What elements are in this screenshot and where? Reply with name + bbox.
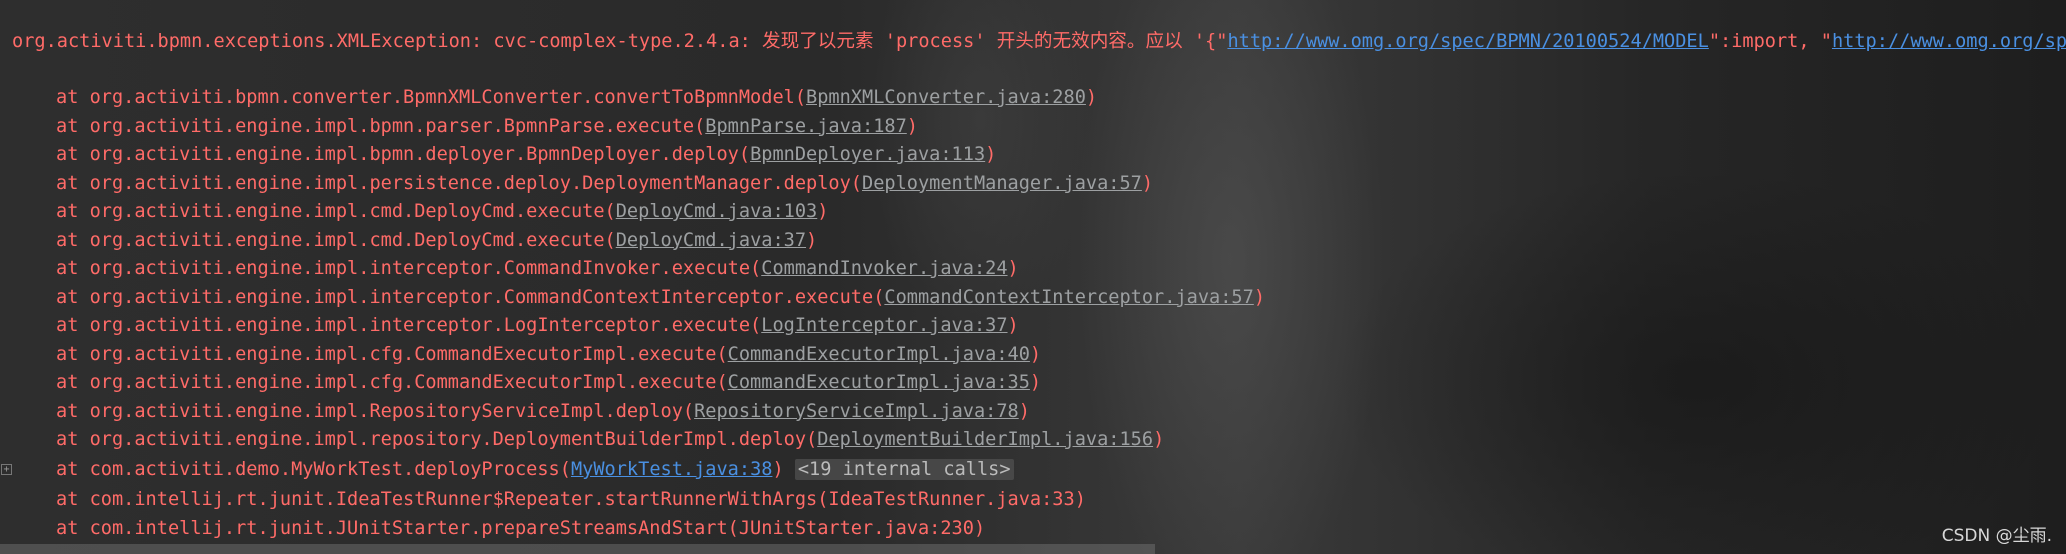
frame-method: at com.activiti.demo.MyWorkTest.deployPr… <box>56 459 571 480</box>
source-link[interactable]: MyWorkTest.java:38 <box>571 459 773 480</box>
exception-message: org.activiti.bpmn.exceptions.XMLExceptio… <box>12 31 1228 52</box>
frame-method: at org.activiti.engine.impl.cmd.DeployCm… <box>56 229 616 251</box>
frame-method: at org.activiti.engine.impl.bpmn.deploye… <box>56 144 751 165</box>
stack-frame: at org.activiti.engine.impl.bpmn.deploye… <box>56 141 996 169</box>
frame-close: ) <box>1018 400 1030 422</box>
frame-method: at org.activiti.engine.impl.RepositorySe… <box>56 400 695 422</box>
source-link[interactable]: CommandExecutorImpl.java:35 <box>728 372 1030 393</box>
frame-close: ) <box>1253 286 1266 308</box>
frame-method: at org.activiti.engine.impl.interceptor.… <box>56 258 762 279</box>
stack-frame: at org.activiti.engine.impl.interceptor.… <box>56 312 1019 340</box>
frame-close: ) <box>772 459 795 480</box>
frame-close: ) <box>1153 429 1165 450</box>
source-link[interactable]: DeployCmd.java:37 <box>616 230 806 251</box>
stack-frame: at org.activiti.engine.impl.bpmn.parser.… <box>56 113 918 141</box>
user-stack-frame: at com.activiti.demo.MyWorkTest.deployPr… <box>56 456 1014 484</box>
stack-frame: at org.activiti.bpmn.converter.BpmnXMLCo… <box>56 84 1097 112</box>
frame-close: ) <box>1029 343 1042 365</box>
frame-close: ) <box>906 115 918 137</box>
frame-method: at org.activiti.engine.impl.interceptor.… <box>56 315 762 336</box>
stack-frame: at org.activiti.engine.impl.interceptor.… <box>56 284 1265 312</box>
stack-frame: at org.activiti.engine.impl.RepositorySe… <box>56 398 1030 426</box>
source-link[interactable]: DeploymentBuilderImpl.java:156 <box>817 429 1153 450</box>
frame-close: ) <box>1141 172 1154 194</box>
partial-line-highlight <box>0 544 1155 554</box>
frame-close: ) <box>817 201 829 222</box>
frame-method: at org.activiti.engine.impl.persistence.… <box>56 172 862 194</box>
source-link[interactable]: LogInterceptor.java:37 <box>761 315 1007 336</box>
stack-frame: at org.activiti.engine.impl.cmd.DeployCm… <box>56 198 828 226</box>
source-link[interactable]: DeploymentManager.java:57 <box>862 173 1142 194</box>
source-link[interactable]: BpmnXMLConverter.java:280 <box>806 87 1086 108</box>
stack-frame: at org.activiti.engine.impl.repository.D… <box>56 426 1164 454</box>
frame-method: at org.activiti.engine.impl.cfg.CommandE… <box>56 343 728 365</box>
frame-method: at org.activiti.engine.impl.repository.D… <box>56 429 818 450</box>
namespace-link-1[interactable]: http://www.omg.org/spec/BPMN/20100524/MO… <box>1227 31 1708 52</box>
stack-frame: at org.activiti.engine.impl.cmd.DeployCm… <box>56 227 817 255</box>
expand-icon[interactable]: + <box>1 464 12 475</box>
stack-frame: at com.intellij.rt.junit.IdeaTestRunner$… <box>56 489 1086 510</box>
frame-close: ) <box>1007 258 1019 279</box>
stack-frame: at org.activiti.engine.impl.cfg.CommandE… <box>56 341 1041 369</box>
source-link[interactable]: BpmnParse.java:187 <box>705 116 907 137</box>
frame-close: ) <box>806 229 818 251</box>
frame-close: ) <box>1007 315 1019 336</box>
exception-message-middle: ":import, " <box>1708 31 1832 52</box>
source-link[interactable]: CommandInvoker.java:24 <box>761 258 1007 279</box>
frame-method: at org.activiti.engine.impl.bpmn.parser.… <box>56 115 706 137</box>
frame-method: at org.activiti.bpmn.converter.BpmnXMLCo… <box>56 87 807 108</box>
exception-line: org.activiti.bpmn.exceptions.XMLExceptio… <box>12 28 2066 56</box>
stack-frame: at org.activiti.engine.impl.interceptor.… <box>56 255 1019 283</box>
internal-calls-fold[interactable]: <19 internal calls> <box>794 459 1014 480</box>
stack-frame: at org.activiti.engine.impl.persistence.… <box>56 170 1153 198</box>
frame-close: ) <box>1029 372 1042 393</box>
source-link[interactable]: CommandContextInterceptor.java:57 <box>884 287 1253 308</box>
frame-method: at org.activiti.engine.impl.cmd.DeployCm… <box>56 201 616 222</box>
frame-method: at org.activiti.engine.impl.interceptor.… <box>56 286 885 308</box>
console-output: org.activiti.bpmn.exceptions.XMLExceptio… <box>0 0 2066 554</box>
stack-frame: at com.intellij.rt.junit.JUnitStarter.pr… <box>56 517 986 539</box>
source-link[interactable]: DeployCmd.java:103 <box>616 201 818 222</box>
frame-close: ) <box>985 144 997 165</box>
source-link[interactable]: BpmnDeployer.java:113 <box>750 144 985 165</box>
watermark: CSDN @尘雨. <box>1941 526 2052 546</box>
source-link[interactable]: RepositoryServiceImpl.java:78 <box>694 401 1019 422</box>
frame-close: ) <box>1085 87 1098 108</box>
source-link[interactable]: CommandExecutorImpl.java:40 <box>728 344 1030 365</box>
stack-frame: at org.activiti.engine.impl.cfg.CommandE… <box>56 369 1041 397</box>
frame-method: at org.activiti.engine.impl.cfg.CommandE… <box>56 372 728 393</box>
namespace-link-2[interactable]: http://www.omg.org/spec/BPMN/20100524/MO… <box>1832 31 2066 52</box>
